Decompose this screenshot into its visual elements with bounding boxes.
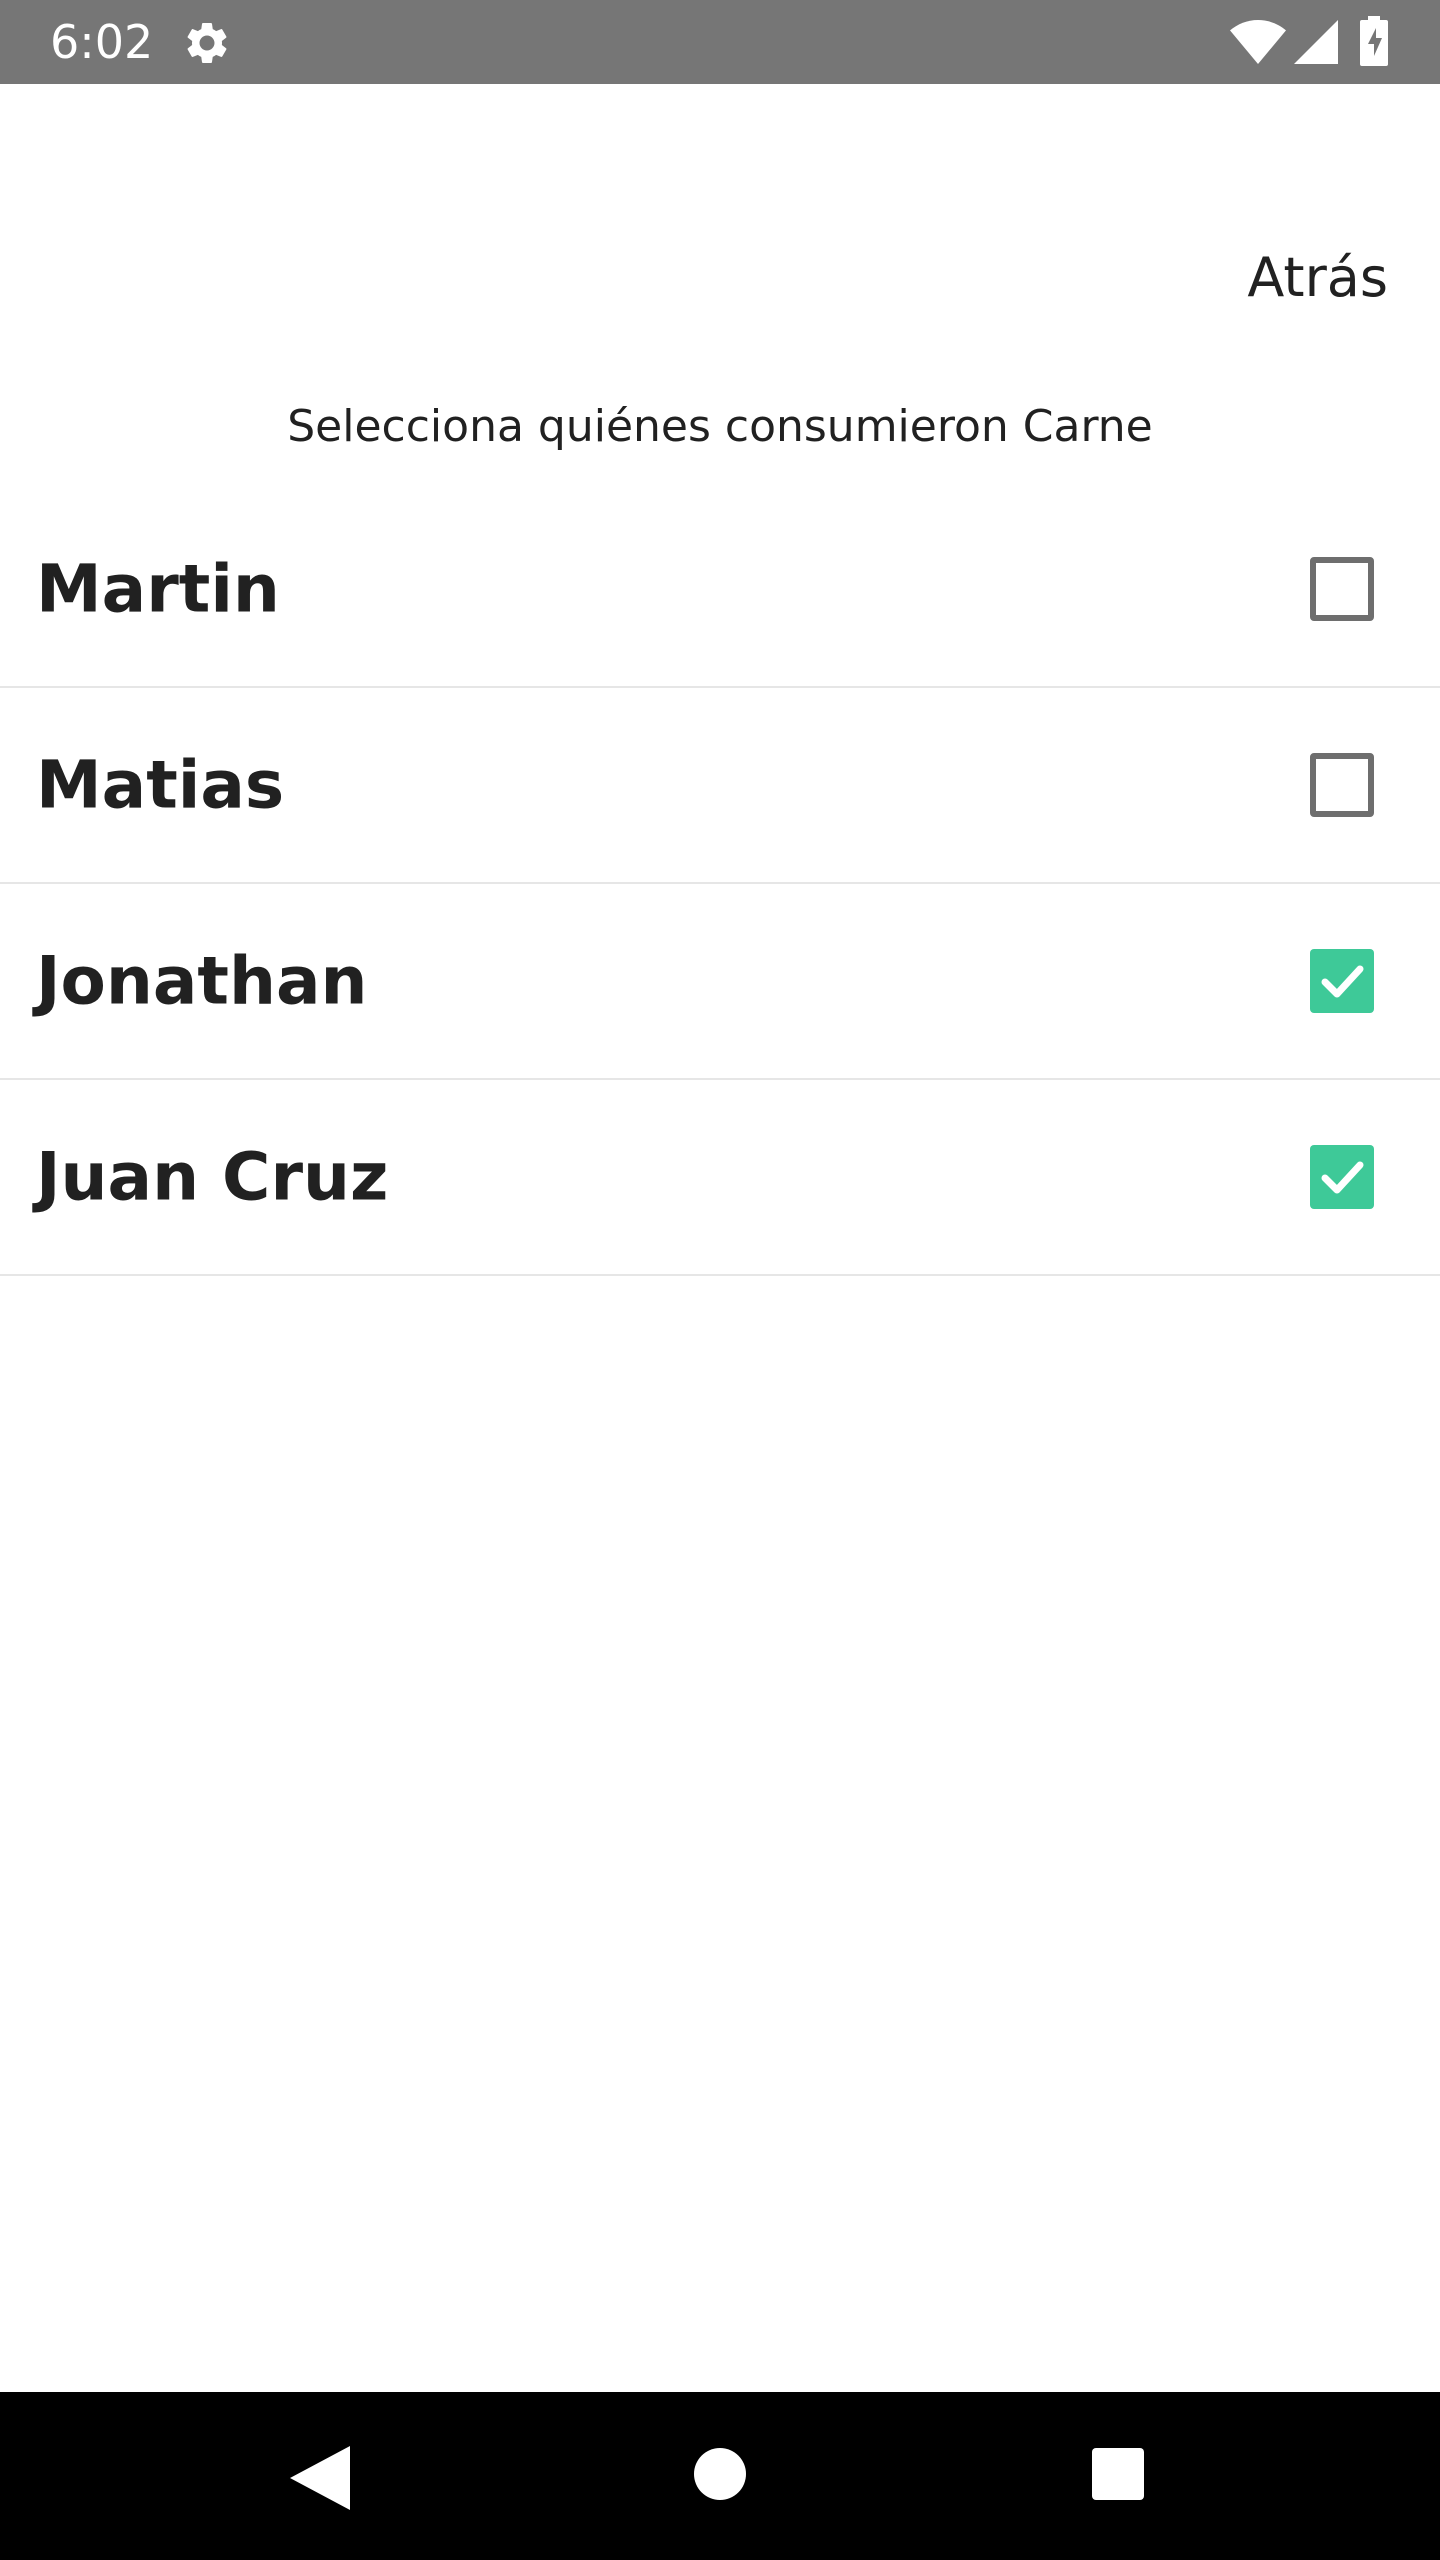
list-item[interactable]: Martin [0,492,1440,688]
gear-icon [182,18,232,68]
checkmark-icon [1321,965,1364,998]
checkmark-icon [1321,1161,1364,1194]
person-name: Jonathan [36,942,368,1020]
list-item[interactable]: Jonathan [0,884,1440,1080]
battery-charging-icon [1360,16,1388,66]
app-screen: 6:02 Atrás Selecciona quiénes consumiero… [0,0,1440,2560]
list-item[interactable]: Juan Cruz [0,1080,1440,1276]
checkbox-unchecked[interactable] [1310,557,1374,621]
status-bar: 6:02 [0,0,1440,84]
back-triangle-icon[interactable] [290,2446,350,2510]
person-name: Juan Cruz [36,1138,389,1216]
recents-square-icon[interactable] [1092,2448,1144,2500]
list-item[interactable]: Matias [0,688,1440,884]
signal-icon [1294,20,1338,64]
checkbox-checked[interactable] [1310,949,1374,1013]
person-name: Matias [36,746,285,824]
status-time: 6:02 [50,15,154,69]
navigation-bar [0,2392,1440,2560]
home-circle-icon[interactable] [694,2448,746,2500]
person-name: Martin [36,550,280,628]
back-button[interactable]: Atrás [1247,238,1388,318]
checkbox-unchecked[interactable] [1310,753,1374,817]
checkbox-checked[interactable] [1310,1145,1374,1209]
instruction-text: Selecciona quiénes consumieron Carne [287,401,1153,452]
people-list: Martin Matias Jonathan Juan Cruz [0,492,1440,1276]
wifi-icon [1230,20,1286,64]
